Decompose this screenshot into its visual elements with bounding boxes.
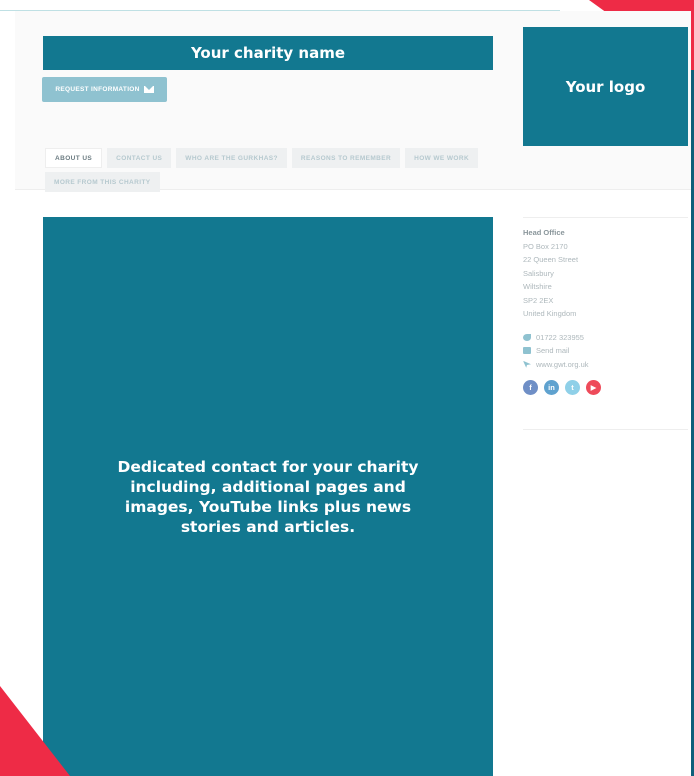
main-content-placeholder: Dedicated contact for your charity inclu… <box>43 217 493 776</box>
phone-icon <box>523 333 531 341</box>
tab-who-are-the-gurkhas[interactable]: WHO ARE THE GURKHAS? <box>176 148 287 168</box>
tab-bar: ABOUT US CONTACT US WHO ARE THE GURKHAS?… <box>45 148 495 192</box>
envelope-icon <box>523 347 531 355</box>
contact-title: Head Office <box>523 228 565 237</box>
tab-how-we-work[interactable]: HOW WE WORK <box>405 148 479 168</box>
main-content-text: Dedicated contact for your charity inclu… <box>117 457 419 536</box>
tab-more-from-this-charity[interactable]: MORE FROM THIS CHARITY <box>45 172 160 192</box>
facebook-icon[interactable]: f <box>523 380 538 395</box>
social-links: f in t ▶ <box>523 380 688 395</box>
tab-reasons-to-remember[interactable]: REASONS TO REMEMBER <box>291 148 401 168</box>
contact-divider <box>523 429 688 430</box>
twitter-icon[interactable]: t <box>565 380 580 395</box>
address-line: Wiltshire <box>523 282 552 291</box>
charity-name: Your charity name <box>43 36 493 70</box>
tab-contact-us[interactable]: CONTACT US <box>107 148 172 168</box>
address-line: Salisbury <box>523 268 554 278</box>
contact-panel: Head Office PO Box 2170 22 Queen Street … <box>523 217 688 395</box>
cursor-icon <box>523 360 531 368</box>
request-button-label: REQUEST INFORMATION <box>55 86 140 93</box>
website-url: www.gwt.org.uk <box>536 359 589 369</box>
youtube-icon[interactable]: ▶ <box>586 380 601 395</box>
phone-row[interactable]: 01722 323955 <box>523 331 688 345</box>
address-line: United Kingdom <box>523 309 577 318</box>
request-information-button[interactable]: REQUEST INFORMATION <box>42 77 167 102</box>
linkedin-icon[interactable]: in <box>544 380 559 395</box>
address-line: SP2 2EX <box>523 295 554 305</box>
phone-number: 01722 323955 <box>536 332 584 342</box>
website-link[interactable]: www.gwt.org.uk <box>523 358 688 372</box>
tab-about-us[interactable]: ABOUT US <box>45 148 103 168</box>
logo-placeholder: Your logo <box>523 27 688 146</box>
address-line: PO Box 2170 <box>523 241 568 251</box>
send-mail-label: Send mail <box>536 346 570 355</box>
page-header: Your charity name REQUEST INFORMATION Yo… <box>15 11 691 192</box>
charity-page: Your charity name REQUEST INFORMATION Yo… <box>15 11 691 776</box>
envelope-icon <box>143 86 154 93</box>
address-line: 22 Queen Street <box>523 255 579 264</box>
send-mail-link[interactable]: Send mail <box>523 344 688 358</box>
